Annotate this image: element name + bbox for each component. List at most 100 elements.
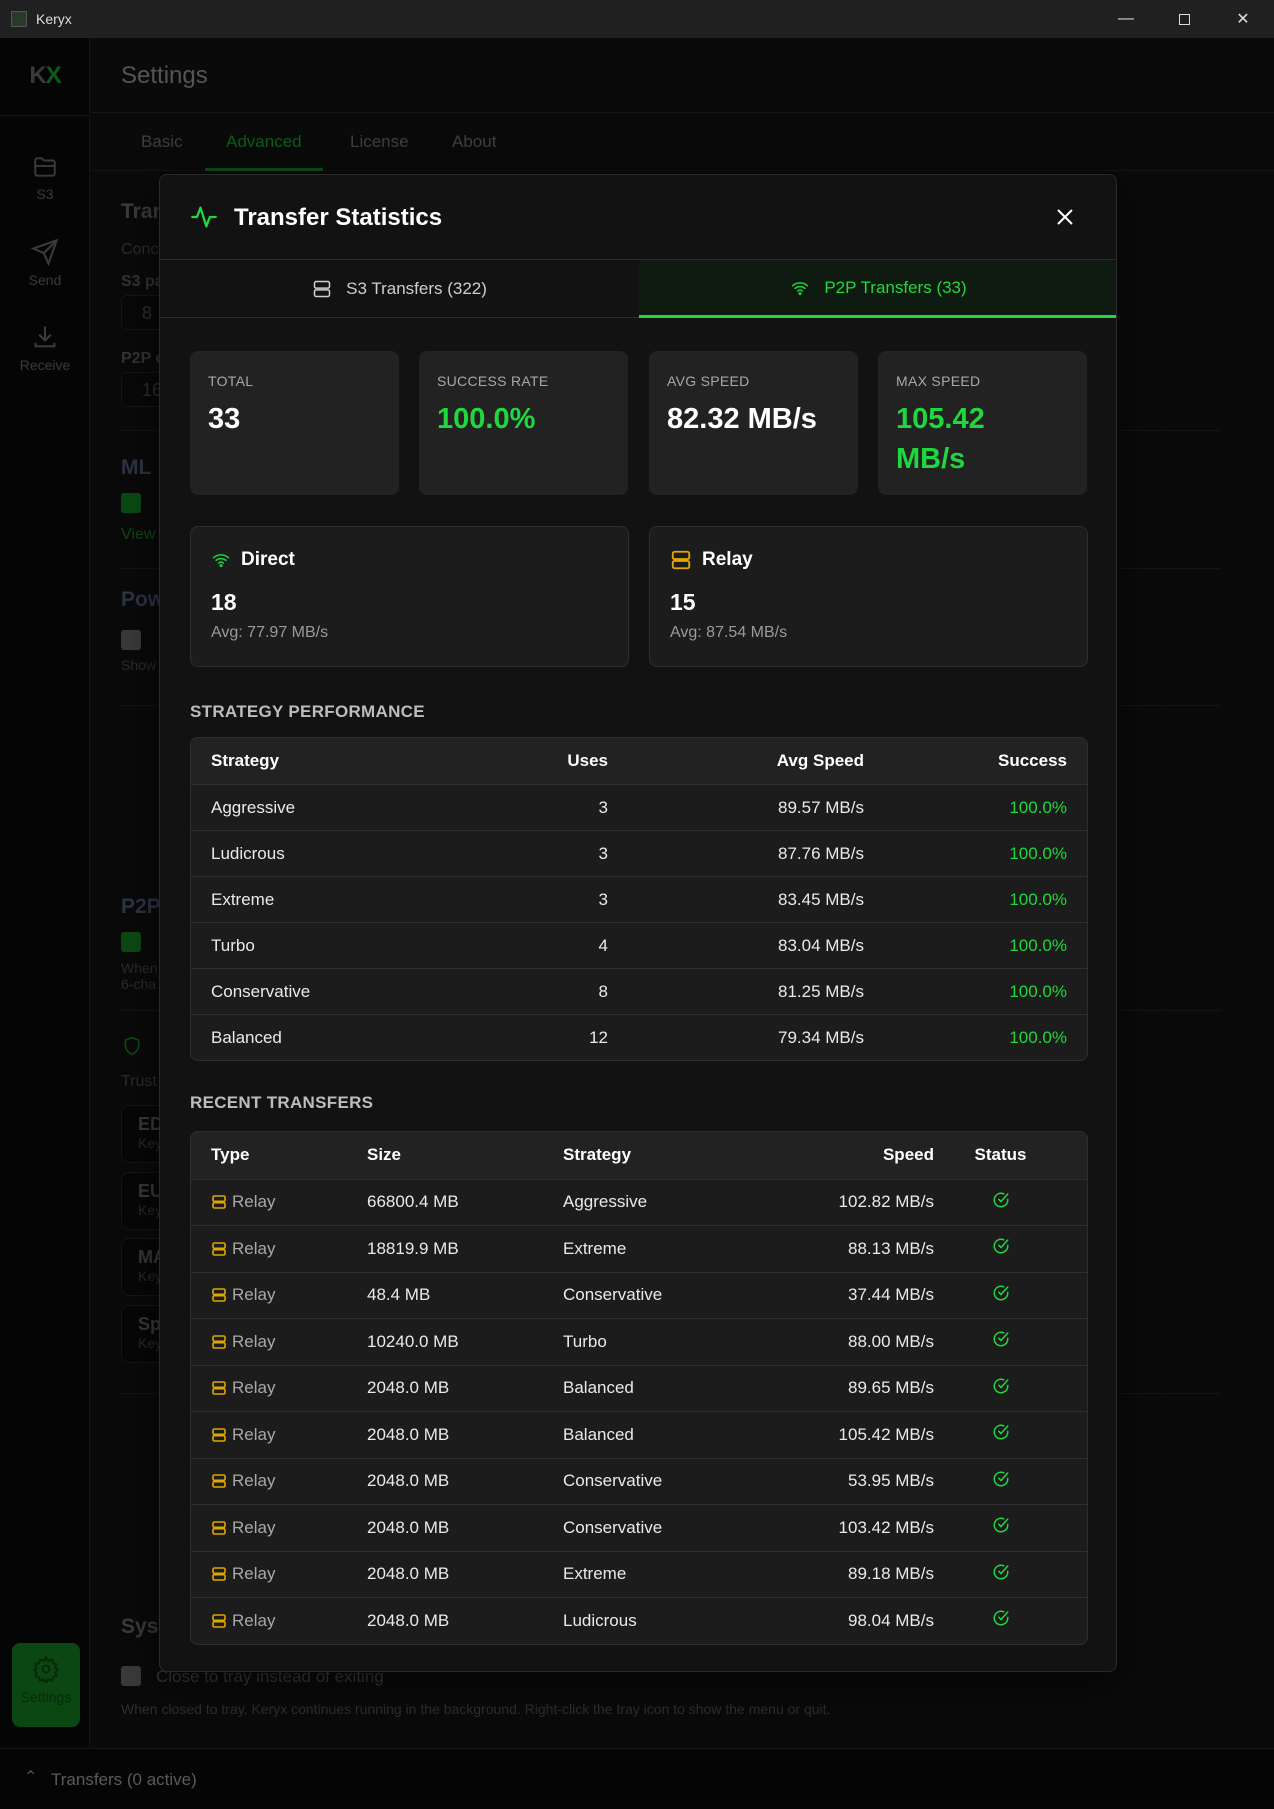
activity-icon [191,206,217,228]
folder-icon [34,157,56,177]
transfer-type: Relay [211,1564,367,1584]
active-tab-indicator [205,168,323,171]
recent-heading: RECENT TRANSFERS [190,1093,374,1112]
table-row: Aggressive 3 89.57 MB/s 100.0% [191,784,1087,830]
check-circle-icon [993,1517,1008,1533]
transfer-size: 2048.0 MB [367,1378,450,1398]
server-icon [212,1567,226,1582]
uses: 3 [598,797,608,817]
window-close-button[interactable]: ✕ [1214,0,1272,38]
sidebar: KX S3 Send Receive Settings [0,38,90,1748]
transfer-status [934,1284,1067,1307]
wifi-icon [212,554,230,568]
close-to-tray-checkbox[interactable] [121,1666,141,1686]
tab-s3-transfers[interactable]: S3 Transfers (322) [160,260,639,318]
table-row: Balanced 12 79.34 MB/s 100.0% [191,1014,1087,1060]
transfer-type: Relay [211,1425,367,1445]
success-rate: 100.0% [1009,935,1067,955]
column-header: Status [974,1145,1027,1165]
close-icon[interactable] [1053,205,1077,229]
transfer-type: Relay [211,1378,367,1398]
column-header: Uses [567,751,608,770]
uses: 3 [598,843,608,863]
transfer-size: 2048.0 MB [367,1564,450,1584]
avg-speed: 89.57 MB/s [778,797,864,817]
transfer-type-label: Relay [232,1238,276,1258]
table-row: Relay 10240.0 MB Turbo 88.00 MB/s [191,1318,1087,1365]
transfer-statistics-dialog: Transfer Statistics S3 Transfers (322) P… [159,174,1117,1672]
setting-desc: When [121,960,158,976]
tab-p2p-transfers[interactable]: P2P Transfers (33) [639,260,1116,318]
success-rate: 100.0% [1009,889,1067,909]
send-icon [31,238,59,266]
server-icon [671,550,691,570]
maximize-button[interactable] [1155,0,1213,38]
transfer-status [934,1563,1067,1586]
stat-card-max-speed: MAX SPEED 105.42 MB/s [878,351,1087,495]
table-header: Type Size Strategy Speed Status [191,1132,1087,1179]
sidebar-item-s3[interactable]: S3 [0,154,90,202]
transfers-bar[interactable]: ⌃ Transfers (0 active) [0,1748,1274,1809]
transfer-speed: 98.04 MB/s [848,1610,934,1630]
tab-license[interactable]: License [350,132,409,152]
strategy-name: Conservative [211,981,311,1001]
transfer-status [934,1470,1067,1493]
transfer-status [934,1516,1067,1539]
transfer-strategy: Conservative [563,1517,663,1537]
transfer-status [934,1377,1067,1400]
transfer-strategy: Extreme [563,1238,627,1258]
transfers-status: Transfers (0 active) [51,1770,197,1789]
tab-about[interactable]: About [452,132,496,152]
power-checkbox[interactable] [121,630,141,650]
stat-card-avg-speed: AVG SPEED 82.32 MB/s [649,351,858,495]
transfer-type: Relay [211,1518,367,1538]
page-header: Settings [91,38,1274,113]
shield-icon [124,1036,140,1056]
transfer-size: 48.4 MB [367,1285,431,1305]
server-icon [212,1195,226,1210]
success-rate: 100.0% [1009,797,1067,817]
transfer-size: 10240.0 MB [367,1331,459,1351]
transfer-type-label: Relay [232,1192,276,1212]
strategy-name: Extreme [211,889,275,909]
transfer-speed: 103.42 MB/s [838,1517,934,1537]
transfer-speed: 88.13 MB/s [848,1238,934,1258]
relay-card: Relay 15 Avg: 87.54 MB/s [649,526,1088,667]
ml-checkbox[interactable] [121,493,141,513]
table-row: Relay 2048.0 MB Balanced 105.42 MB/s [191,1411,1087,1458]
tab-basic[interactable]: Basic [141,132,183,152]
transfer-strategy: Aggressive [563,1192,648,1212]
strategy-heading: STRATEGY PERFORMANCE [190,702,425,721]
p2p-checkbox[interactable] [121,932,141,952]
sidebar-item-send[interactable]: Send [0,238,90,288]
transfer-type-label: Relay [232,1285,276,1305]
transfer-status [934,1330,1067,1353]
sidebar-item-settings[interactable]: Settings [12,1643,80,1727]
server-icon [212,1241,226,1256]
server-icon [212,1427,226,1442]
section-heading: Pow [121,588,165,611]
setting-desc: Show [121,657,157,673]
server-icon [212,1474,226,1489]
window-title: Keryx [36,11,72,27]
minimize-button[interactable]: — [1097,0,1155,38]
table-row: Relay 48.4 MB Conservative 37.44 MB/s [191,1271,1087,1319]
success-rate: 100.0% [1009,1027,1067,1047]
sidebar-item-receive[interactable]: Receive [0,323,90,373]
table-row: Relay 2048.0 MB Conservative 103.42 MB/s [191,1504,1087,1551]
transfer-strategy: Ludicrous [563,1610,637,1630]
table-row: Ludicrous 3 87.76 MB/s 100.0% [191,830,1087,876]
column-header: Strategy [211,751,280,770]
strategy-table: Strategy Uses Avg Speed Success Aggressive 3 8… [190,737,1088,1061]
chevron-up-icon: ⌃ [24,1769,38,1786]
stat-card-total: TOTAL 33 [190,351,399,495]
stat-card-success-rate: SUCCESS RATE 100.0% [419,351,628,495]
transfer-type-label: Relay [232,1424,276,1444]
setting-desc: Trust [121,1073,157,1090]
column-header: Speed [882,1145,934,1165]
ml-view-link[interactable]: View [121,526,155,544]
transfer-type: Relay [211,1611,367,1631]
transfer-strategy: Balanced [563,1378,634,1398]
strategy-name: Balanced [211,1027,282,1047]
tab-advanced[interactable]: Advanced [226,132,302,152]
